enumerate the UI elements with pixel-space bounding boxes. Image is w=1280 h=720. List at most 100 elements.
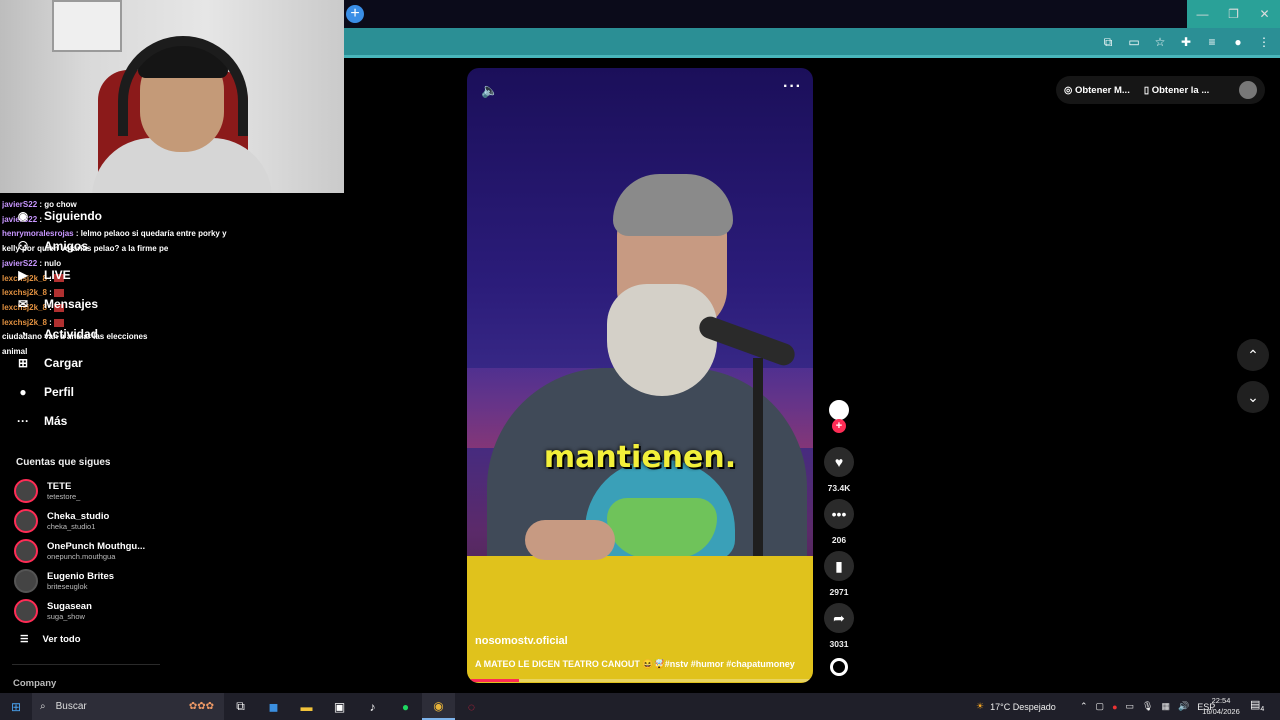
bookmark-star-icon[interactable]: ☆ xyxy=(1152,34,1168,50)
start-button[interactable]: ⊞ xyxy=(0,693,32,720)
video-player[interactable]: mantienen. 🔈 ··· nosomostv.oficial A MAT… xyxy=(467,68,813,683)
file-explorer-icon[interactable]: ▬ xyxy=(290,693,323,720)
more-options-icon[interactable]: ··· xyxy=(783,78,802,96)
followed-account[interactable]: TETE tetestore_ xyxy=(14,478,80,504)
get-app-button[interactable]: ▯ Obtener la ... xyxy=(1144,85,1209,96)
clock-time: 22:54 xyxy=(1211,696,1231,705)
volume-icon[interactable]: 🔈 xyxy=(481,82,498,99)
restore-button[interactable]: ❐ xyxy=(1218,0,1249,28)
friends-icon: ⚇ xyxy=(17,239,29,253)
account-handle: suga_show xyxy=(47,612,85,621)
company-link[interactable]: Company xyxy=(13,678,56,689)
account-handle: tetestore_ xyxy=(47,492,81,501)
browser-menu-icon[interactable]: ⋮ xyxy=(1256,34,1272,50)
profile-avatar-icon[interactable]: ● xyxy=(1230,34,1246,50)
search-icon: ⌕ xyxy=(40,701,46,712)
sidebar-item-activity[interactable]: ◔ Actividad xyxy=(16,324,98,344)
followed-account[interactable]: Sugasean suga_show xyxy=(14,598,92,624)
weather-icon: ☀ xyxy=(976,701,985,711)
sidebar-item-upload[interactable]: ⊞ Cargar xyxy=(16,353,83,373)
weather-widget[interactable]: ☀ 17°C Despejado xyxy=(976,693,1056,720)
followed-account[interactable]: Eugenio Brites briteseuglok xyxy=(14,568,114,594)
task-view-icon[interactable]: ⧉ xyxy=(224,693,257,720)
bookmark-icon[interactable]: ▮ xyxy=(824,551,854,581)
media-control-icon[interactable]: ≡ xyxy=(1204,34,1220,50)
sound-disc-icon[interactable] xyxy=(830,658,848,676)
video-progress-bar[interactable] xyxy=(467,679,813,682)
account-name: TETE xyxy=(47,481,72,492)
weather-text: 17°C Despejado xyxy=(990,701,1056,712)
browser-toolbar-icons: ⧉ ▭ ☆ ✚ ≡ ● ⋮ xyxy=(1100,34,1272,50)
previous-video-button[interactable]: ⌃ xyxy=(1237,339,1269,371)
windows-logo-icon: ⊞ xyxy=(10,699,22,714)
comment-icon[interactable]: ••• xyxy=(824,499,854,529)
sidebar-item-more[interactable]: ··· Más xyxy=(16,411,67,431)
microphone-icon[interactable]: 🎙 xyxy=(1142,701,1153,712)
tiktok-icon[interactable]: ♪ xyxy=(356,693,389,720)
clock[interactable]: 22:54 16/04/2026 xyxy=(1196,695,1246,717)
followed-account[interactable]: OnePunch Mouthgu... onepunch.mouthgua xyxy=(14,538,145,564)
tray-app-icon[interactable]: ▢ xyxy=(1096,701,1105,712)
person-beard xyxy=(607,284,717,396)
video-author[interactable]: nosomostv.oficial xyxy=(475,635,568,647)
new-tab-button[interactable]: + xyxy=(346,5,364,23)
sidebar-item-friends[interactable]: ⚇ Amigos xyxy=(16,236,88,256)
speaker-icon[interactable]: 🔊 xyxy=(1178,701,1189,712)
next-video-button[interactable]: ⌄ xyxy=(1237,381,1269,413)
profile-icon: ● xyxy=(19,385,27,399)
turtle-face xyxy=(607,498,717,558)
translate-icon[interactable]: ⧉ xyxy=(1100,34,1116,50)
comment-action[interactable]: ••• 206 xyxy=(822,499,856,545)
video-description: A MATEO LE DICEN TEATRO CANOUT 😆🤯#nstv #… xyxy=(475,659,795,669)
followed-account[interactable]: Cheka_studio cheka_studio1 xyxy=(14,508,109,534)
sidebar-item-label: Amigos xyxy=(44,239,89,253)
save-action[interactable]: ▮ 2971 xyxy=(822,551,856,597)
creator-avatar[interactable] xyxy=(829,400,849,420)
account-handle: briteseuglok xyxy=(47,582,88,591)
account-name: Eugenio Brites xyxy=(47,571,115,582)
like-count: 73.4K xyxy=(827,483,851,493)
top-right-actions: ◎ Obtener M... ▯ Obtener la ... xyxy=(1056,76,1265,104)
chevron-down-icon: ⌄ xyxy=(1247,389,1259,405)
notification-icon[interactable]: ▤4 xyxy=(1250,698,1264,713)
extensions-icon[interactable]: ✚ xyxy=(1178,34,1194,50)
user-avatar[interactable] xyxy=(1239,81,1257,99)
sidebar-item-messages[interactable]: ✉ Mensajes xyxy=(16,294,98,314)
like-action[interactable]: ♥ 73.4K xyxy=(822,447,856,493)
room-door xyxy=(52,0,122,52)
sidebar-item-following[interactable]: ◉ Siguiendo xyxy=(16,206,102,226)
close-window-button[interactable]: ✕ xyxy=(1249,0,1280,28)
minimize-button[interactable]: — xyxy=(1187,0,1218,28)
sidebar-item-label: LIVE xyxy=(44,268,71,282)
tray-obs-icon[interactable]: ● xyxy=(1112,702,1117,712)
network-icon[interactable]: ▦ xyxy=(1161,701,1170,712)
sidebar-item-label: Cargar xyxy=(44,356,83,370)
see-all-link[interactable]: ☰ Ver todo xyxy=(20,634,81,645)
windows-taskbar: ⊞ ⌕ Buscar ✿✿✿ ⧉ ◼ ▬ ▣ ♪ ● ◉ ◌ ☀ 17°C De… xyxy=(0,693,1280,720)
heart-icon[interactable]: ♥ xyxy=(824,447,854,477)
chrome-icon[interactable]: ◉ xyxy=(422,693,455,720)
chevron-up-icon[interactable]: ⌃ xyxy=(1080,701,1088,712)
account-text: Eugenio Brites briteseuglok xyxy=(47,571,114,591)
account-name: OnePunch Mouthgu... xyxy=(47,541,146,552)
sidebar-item-profile[interactable]: ● Perfil xyxy=(16,382,74,402)
obs-icon[interactable]: ◌ xyxy=(455,693,488,720)
notification-count: 4 xyxy=(1260,706,1265,714)
cast-icon[interactable]: ▭ xyxy=(1126,34,1142,50)
more-icon: ··· xyxy=(17,414,29,428)
spotify-icon[interactable]: ● xyxy=(389,693,422,720)
store-icon[interactable]: ▣ xyxy=(323,693,356,720)
upload-icon: ⊞ xyxy=(17,356,29,370)
taskbar-search[interactable]: ⌕ Buscar ✿✿✿ xyxy=(32,693,224,720)
sidebar-item-label: Perfil xyxy=(44,385,75,399)
share-action[interactable]: ➦ 3031 xyxy=(822,603,856,649)
get-coins-button[interactable]: ◎ Obtener M... xyxy=(1064,85,1130,96)
sidebar-divider xyxy=(12,664,160,665)
share-icon[interactable]: ➦ xyxy=(824,603,854,633)
battery-icon[interactable]: ▭ xyxy=(1126,701,1135,712)
follow-plus-button[interactable]: + xyxy=(832,419,846,433)
sidebar-item-live[interactable]: ▶ LIVE xyxy=(16,265,71,285)
outlook-icon[interactable]: ◼ xyxy=(257,693,290,720)
messages-icon: ✉ xyxy=(17,297,29,311)
url-field[interactable] xyxy=(344,30,1084,54)
